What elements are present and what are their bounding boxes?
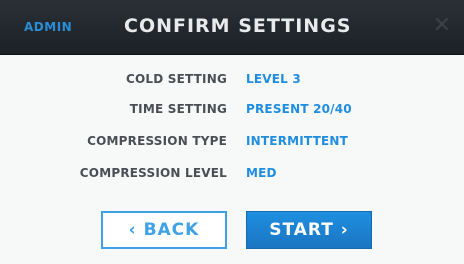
back-button[interactable]: ‹ BACK: [101, 211, 227, 249]
setting-value: LEVEL 3: [246, 72, 301, 86]
setting-row-compression-level: COMPRESSION LEVEL MED: [0, 166, 464, 186]
setting-row-compression-type: COMPRESSION TYPE INTERMITTENT: [0, 134, 464, 154]
admin-mode-label: ADMIN: [24, 20, 73, 34]
setting-label: COMPRESSION TYPE: [87, 134, 227, 148]
setting-value: INTERMITTENT: [246, 134, 349, 148]
dialog-header: ADMIN CONFIRM SETTINGS ✕: [0, 0, 464, 55]
setting-label: COLD SETTING: [125, 72, 227, 86]
setting-row-cold: COLD SETTING LEVEL 3: [0, 72, 464, 92]
start-button[interactable]: START ›: [246, 211, 372, 249]
close-icon[interactable]: ✕: [432, 15, 452, 37]
setting-value: PRESENT 20/40: [246, 102, 352, 116]
setting-label: TIME SETTING: [129, 102, 227, 116]
setting-value: MED: [246, 166, 277, 180]
dialog-title: CONFIRM SETTINGS: [124, 15, 352, 37]
setting-label: COMPRESSION LEVEL: [79, 166, 227, 180]
setting-row-time: TIME SETTING PRESENT 20/40: [0, 102, 464, 122]
confirm-settings-dialog: ADMIN CONFIRM SETTINGS ✕ COLD SETTING LE…: [0, 0, 464, 264]
